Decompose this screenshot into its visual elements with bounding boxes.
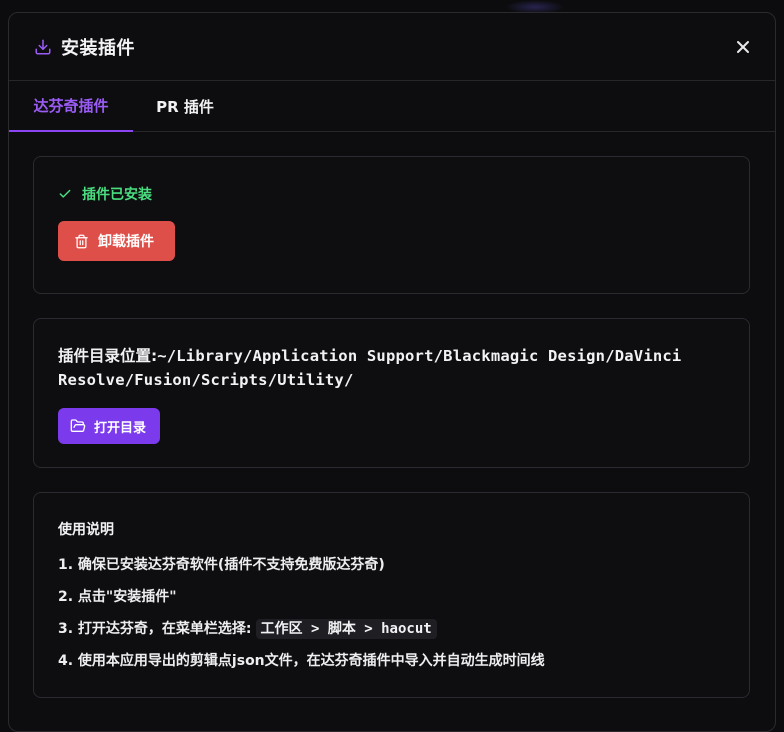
usage-step-3: 3. 打开达芬奇，在菜单栏选择: 工作区 > 脚本 > haocut — [58, 619, 725, 651]
uninstall-button[interactable]: 卸载插件 — [58, 221, 175, 261]
tab-content: 插件已安装 卸载插件 插件目录位置:~/Library/Application … — [9, 132, 775, 698]
usage-instructions-card: 使用说明 1. 确保已安装达芬奇软件(插件不支持免费版达芬奇) 2. 点击"安装… — [33, 492, 750, 698]
usage-title: 使用说明 — [58, 522, 114, 538]
check-icon — [58, 186, 74, 202]
install-status-card: 插件已安装 卸载插件 — [33, 156, 750, 294]
download-icon — [34, 38, 52, 56]
usage-step-4: 4. 使用本应用导出的剪辑点json文件，在达芬奇插件中导入并自动生成时间线 — [58, 651, 725, 683]
open-directory-label: 打开目录 — [94, 420, 147, 436]
menu-path-code: 工作区 > 脚本 > haocut — [255, 619, 437, 639]
usage-step-1: 1. 确保已安装达芬奇软件(插件不支持免费版达芬奇) — [58, 555, 725, 587]
usage-steps: 1. 确保已安装达芬奇软件(插件不支持免费版达芬奇) 2. 点击"安装插件" 3… — [58, 555, 725, 683]
dialog-header: 安装插件 — [9, 13, 775, 81]
usage-step-2: 2. 点击"安装插件" — [58, 587, 725, 619]
open-directory-button[interactable]: 打开目录 — [58, 408, 160, 444]
install-status-text: 插件已安装 — [82, 187, 152, 203]
install-plugin-dialog: 安装插件 达芬奇插件 PR 插件 插件已安装 卸载插件 插件目录位置:~/Lib… — [8, 12, 776, 732]
plugin-tabs: 达芬奇插件 PR 插件 — [9, 81, 775, 132]
close-icon[interactable] — [735, 39, 751, 55]
plugin-directory-card: 插件目录位置:~/Library/Application Support/Bla… — [33, 318, 750, 468]
plugin-directory-text: 插件目录位置:~/Library/Application Support/Bla… — [58, 344, 728, 392]
tab-pr[interactable]: PR 插件 — [133, 81, 237, 131]
usage-step-text: 3. 打开达芬奇，在菜单栏选择: — [58, 621, 252, 637]
folder-open-icon — [70, 418, 86, 434]
usage-step-text: 2. 点击"安装插件" — [58, 589, 177, 605]
tab-davinci[interactable]: 达芬奇插件 — [9, 81, 133, 132]
trash-icon — [74, 234, 89, 249]
install-status: 插件已安装 — [58, 184, 725, 204]
dialog-title: 安装插件 — [61, 37, 135, 59]
usage-step-text: 4. 使用本应用导出的剪辑点json文件，在达芬奇插件中导入并自动生成时间线 — [58, 653, 545, 669]
uninstall-button-label: 卸载插件 — [98, 234, 154, 250]
usage-step-text: 1. 确保已安装达芬奇软件(插件不支持免费版达芬奇) — [58, 557, 385, 573]
plugin-directory-label: 插件目录位置: — [58, 347, 158, 365]
